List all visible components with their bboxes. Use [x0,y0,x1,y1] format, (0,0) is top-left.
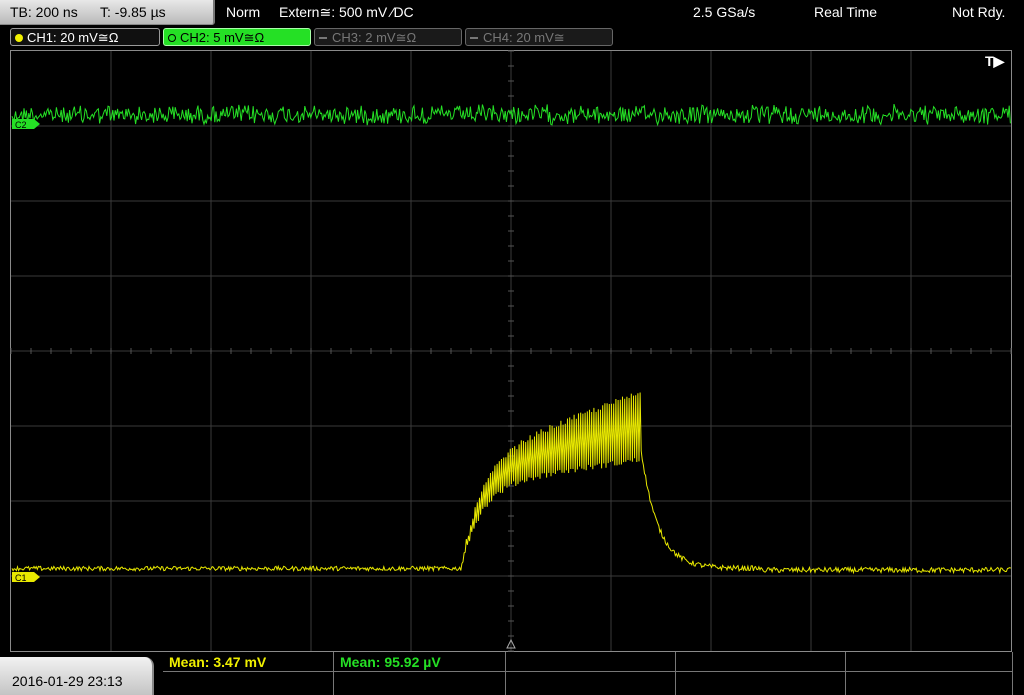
measurement-cell-empty[interactable] [506,652,676,672]
channel-1-ground-marker[interactable]: C1 [12,572,40,583]
measurement-cell[interactable]: Mean: 95.92 µV [334,652,506,672]
measurement-cell-empty[interactable] [676,672,846,695]
channel-1-marker-label: C1 [15,573,27,583]
datetime-value: 2016-01-29 23:13 [12,673,123,689]
trigger-level-marker[interactable]: T▶ [985,53,1004,70]
measurement-cell-empty[interactable] [334,672,506,695]
measurement-cell-empty[interactable] [846,672,1013,695]
channel-2-ground-marker[interactable]: C2 [12,119,40,130]
measurement-table: Mean: 3.47 mV Mean: 95.92 µV [163,652,1013,695]
measurement-cell-empty[interactable] [506,672,676,695]
datetime-panel: 2016-01-29 23:13 [0,657,154,695]
waveform-canvas: C2 C1 [10,50,1012,652]
measurement-ch2-mean: Mean: 95.92 µV [340,654,441,670]
graticule [10,50,1012,652]
measurement-cell[interactable]: Mean: 3.47 mV [163,652,334,672]
measurement-ch1-mean: Mean: 3.47 mV [169,654,267,670]
measurement-cell-empty[interactable] [676,652,846,672]
channel-2-marker-label: C2 [15,120,27,130]
measurement-cell-empty[interactable] [163,672,334,695]
measurement-cell-empty[interactable] [846,652,1013,672]
